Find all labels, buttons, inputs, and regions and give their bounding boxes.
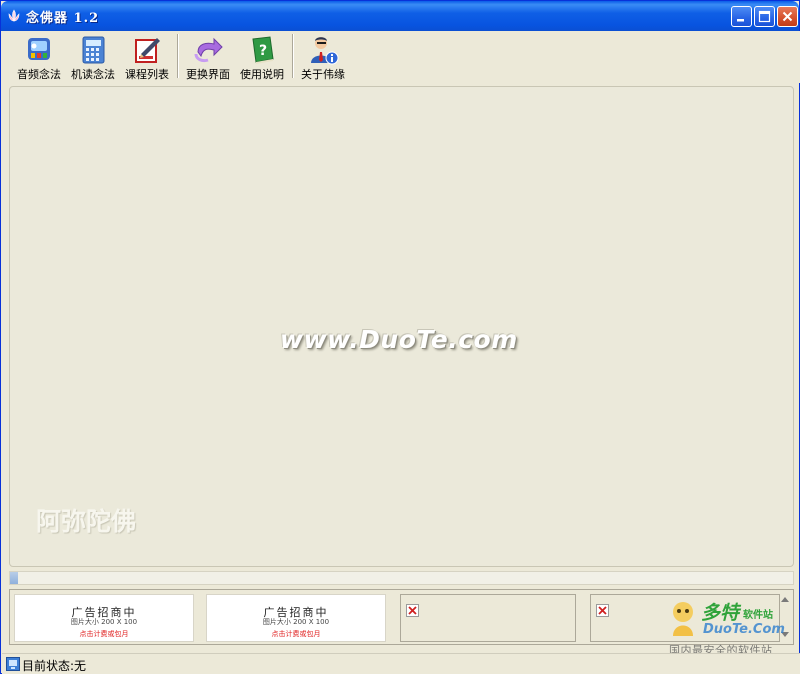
minimize-icon — [737, 19, 744, 22]
maximize-icon — [758, 10, 771, 23]
logo-brand-suffix: 软件站 — [743, 610, 773, 621]
chant-text: 阿弥陀佛 — [36, 507, 137, 536]
logo-site: DuoTe.Com — [703, 622, 785, 637]
app-window: 念佛器 1.2 音频念法 机读念法 课程列表 更换界面 ? 使用说明 关于伟缘 … — [0, 0, 800, 674]
minimize-button[interactable] — [731, 6, 752, 27]
change-arrow-icon — [194, 37, 223, 63]
user-info-icon — [311, 37, 339, 65]
toolbar-label: 关于伟缘 — [301, 68, 345, 81]
instructions-button[interactable]: ? 使用说明 — [235, 33, 289, 81]
status-bar: 目前状态:无 — [2, 653, 800, 674]
ad-billing: 点击计费或包月 — [271, 630, 321, 638]
window-title: 念佛器 1.2 — [26, 11, 100, 26]
ad-banner-broken[interactable] — [400, 594, 576, 642]
calculator-icon — [82, 36, 105, 64]
about-button[interactable]: 关于伟缘 — [296, 33, 350, 81]
logo-brand: 多特 — [701, 602, 740, 624]
toolbar-separator — [292, 34, 294, 78]
machine-chant-button[interactable]: 机读念法 — [66, 33, 120, 81]
toolbar-label: 课程列表 — [125, 68, 169, 81]
audio-chant-button[interactable]: 音频念法 — [12, 33, 66, 81]
broken-image-icon — [406, 604, 419, 617]
toolbar-label: 机读念法 — [71, 68, 115, 81]
maximize-button[interactable] — [754, 6, 775, 27]
change-skin-button[interactable]: 更换界面 — [181, 33, 235, 81]
course-list-button[interactable]: 课程列表 — [120, 33, 174, 81]
close-icon — [782, 11, 793, 22]
mascot-icon — [673, 602, 693, 636]
toolbar-label: 更换界面 — [186, 68, 230, 81]
ad-size: 图片大小 200 X 100 — [70, 618, 138, 626]
svg-text:?: ? — [259, 43, 267, 59]
toolbar-label: 音频念法 — [17, 68, 61, 81]
help-book-icon: ? — [252, 36, 274, 64]
broken-image-icon — [596, 604, 609, 617]
watermark-text: www.DuoTe.com — [280, 325, 518, 354]
toolbar-separator — [177, 34, 179, 78]
status-text: 目前状态:无 — [22, 659, 87, 673]
progress-bar — [9, 571, 794, 585]
display-pane: www.DuoTe.com 阿弥陀佛 — [9, 86, 794, 567]
edit-list-icon — [135, 38, 160, 63]
lotus-icon — [8, 9, 20, 22]
ad-size: 图片大小 200 X 100 — [262, 618, 330, 626]
progress-fill — [10, 572, 18, 584]
ad-billing: 点击计费或包月 — [79, 630, 129, 638]
title-bar[interactable]: 念佛器 1.2 — [1, 1, 799, 31]
ad-banner[interactable]: 广告招商中 图片大小 200 X 100 点击计费或包月 — [14, 594, 194, 642]
status-icon — [6, 657, 20, 671]
ad-banner[interactable]: 广告招商中 图片大小 200 X 100 点击计费或包月 — [206, 594, 386, 642]
toolbar: 音频念法 机读念法 课程列表 更换界面 ? 使用说明 关于伟缘 — [2, 31, 800, 83]
toolbar-label: 使用说明 — [240, 68, 284, 81]
media-player-icon — [28, 38, 50, 60]
close-button[interactable] — [777, 6, 798, 27]
